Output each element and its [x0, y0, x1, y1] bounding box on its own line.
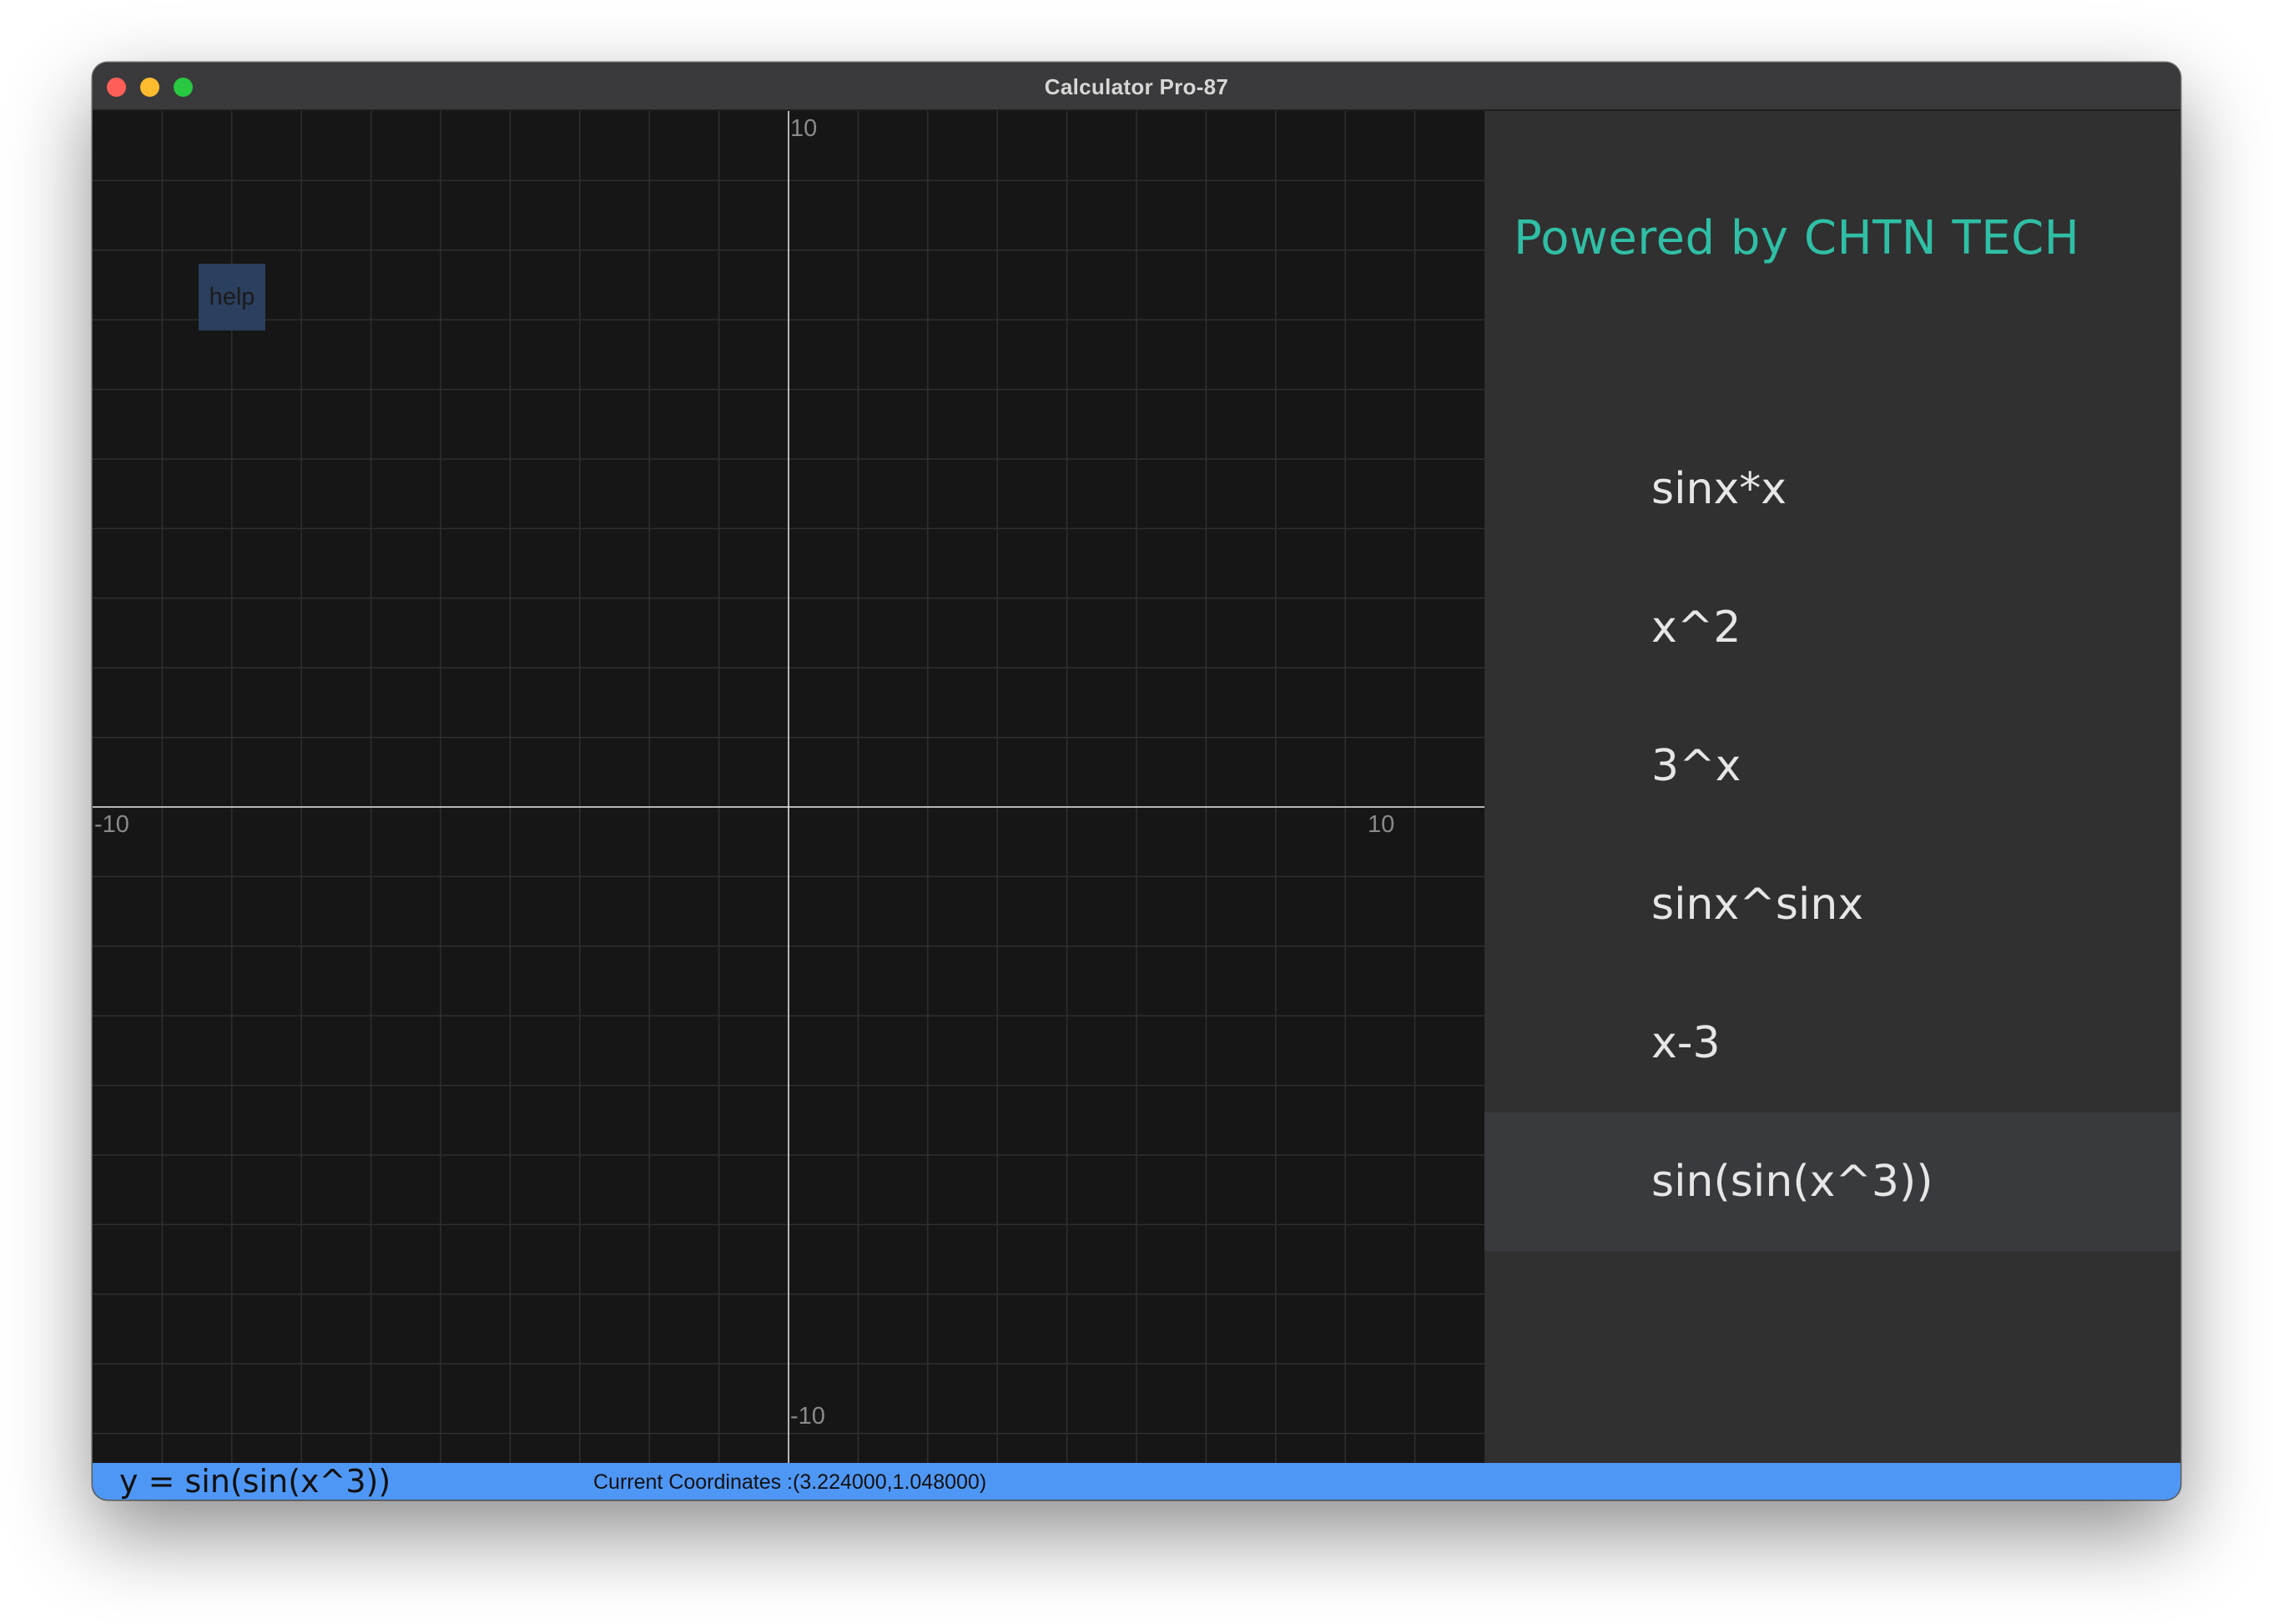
- x-axis-min-label: -10: [94, 811, 129, 838]
- brand-text: Powered by CHTN TECH: [1514, 211, 2080, 265]
- function-item[interactable]: x-3: [1484, 974, 2180, 1112]
- y-axis-max-label: 10: [790, 115, 817, 142]
- function-item[interactable]: 3^x: [1484, 697, 2180, 835]
- coordinates-readout: Current Coordinates :(3.224000,1.048000): [593, 1470, 987, 1494]
- status-bar: y = sin(sin(x^3)) Current Coordinates :(…: [93, 1463, 2180, 1500]
- window-title: Calculator Pro-87: [1044, 74, 1229, 99]
- graph-canvas[interactable]: 10 -10 -10 10 help: [93, 111, 1484, 1463]
- graph-svg: 10 -10 -10 10: [93, 111, 1484, 1463]
- title-bar[interactable]: Calculator Pro-87: [93, 63, 2180, 111]
- function-item[interactable]: x^2: [1484, 558, 2180, 697]
- function-sidebar: Powered by CHTN TECH sinx*x x^2 3^x sinx…: [1484, 111, 2180, 1463]
- function-item[interactable]: sinx*x: [1484, 420, 2180, 558]
- help-button[interactable]: help: [199, 264, 265, 330]
- function-item[interactable]: sinx^sinx: [1484, 835, 2180, 974]
- y-axis-min-label: -10: [790, 1403, 825, 1430]
- app-window: Calculator Pro-87 10 -10 -10 10 help Pow…: [93, 63, 2180, 1500]
- function-item[interactable]: sin(sin(x^3)): [1484, 1112, 2180, 1251]
- x-axis-max-label: 10: [1368, 811, 1394, 838]
- current-expression: y = sin(sin(x^3)): [119, 1463, 391, 1500]
